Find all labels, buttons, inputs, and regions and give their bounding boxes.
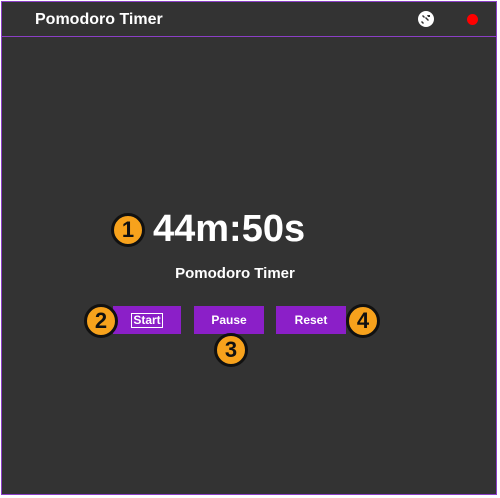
pause-button-label: Pause [211, 313, 247, 327]
annotation-marker-2: 2 [84, 304, 118, 338]
start-button-label: Start [131, 312, 163, 328]
reset-button-label: Reset [294, 313, 328, 327]
annotation-marker-1: 1 [111, 213, 145, 247]
window-title: Pomodoro Timer [35, 11, 163, 28]
timer-display: 44m:50s [153, 208, 306, 250]
timer-subtitle: Pomodoro Timer [175, 265, 295, 282]
start-button[interactable]: Start [113, 306, 181, 334]
annotation-marker-4: 4 [346, 304, 380, 338]
settings-icon[interactable] [418, 11, 434, 27]
reset-button[interactable]: Reset [276, 306, 346, 334]
pause-button[interactable]: Pause [194, 306, 264, 334]
annotation-marker-3: 3 [214, 333, 248, 367]
title-bar: Pomodoro Timer [2, 2, 496, 37]
app-window: Pomodoro Timer 44m:50s Pomodoro Timer St… [1, 1, 497, 495]
close-icon[interactable] [467, 14, 478, 25]
